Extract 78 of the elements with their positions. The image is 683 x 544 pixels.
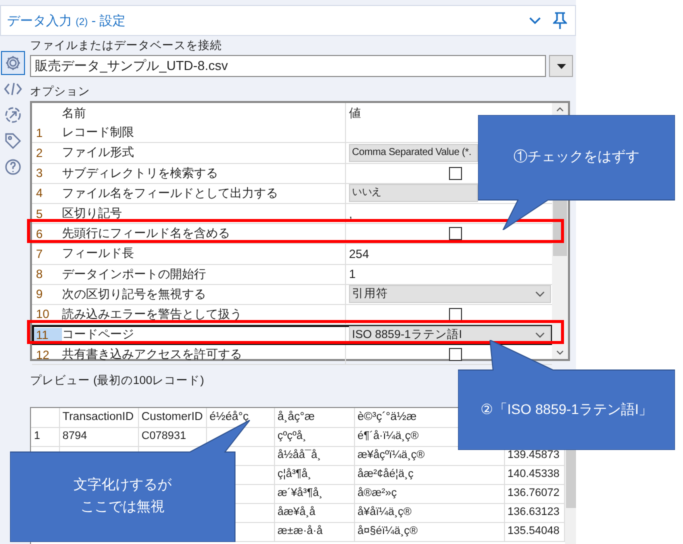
column-header: é½éå°ç	[210, 410, 249, 423]
row-number: 3	[35, 166, 44, 180]
callout-text: ここでは無視	[80, 497, 164, 516]
row-number: 12	[35, 348, 50, 362]
row-number: 5	[35, 206, 44, 221]
column-header: 名前	[62, 103, 346, 124]
options-label: オプション	[30, 85, 91, 100]
row-number: 1	[35, 126, 44, 140]
panel-title: データ入力 (2) - 設定	[7, 12, 126, 30]
row-number: 11	[32, 328, 62, 342]
table-cell: æ´¥å³¶å¸	[278, 487, 323, 499]
select-field[interactable]: Comma Separated Value (*.	[349, 144, 478, 162]
dropdown-button[interactable]	[549, 55, 573, 77]
table-cell: 140.45338	[508, 468, 560, 480]
table-cell: 135.54048	[508, 525, 560, 537]
table-cell: æ±æ·å·å	[278, 525, 323, 537]
option-value: 254	[349, 246, 370, 261]
row-number: 9	[35, 287, 44, 302]
checkbox[interactable]	[449, 348, 462, 362]
table-cell: çºçºå¸	[278, 430, 306, 442]
table-cell: é¶´å·ï¼ä¸ç®	[358, 430, 419, 442]
option-value: 1	[349, 267, 356, 282]
table-cell: åæ¥å¸å	[278, 506, 316, 518]
settings-icon[interactable]	[2, 52, 24, 74]
row-number: 8	[35, 267, 44, 282]
column-header: è©³ç´°ä½æ	[358, 410, 417, 423]
chevron-down-icon	[535, 332, 545, 338]
row-number: 7	[35, 246, 44, 261]
select-field[interactable]: いいえ	[349, 184, 478, 202]
callout-text: ①チェックをはずす	[514, 147, 640, 166]
preview-label: プレビュー (最初の100レコード)	[30, 374, 206, 389]
table-cell: æ¥åçºï¼ä¸ç®	[358, 449, 425, 461]
checkbox[interactable]	[449, 227, 462, 240]
option-name: 読み込みエラーを警告として扱う	[62, 304, 346, 324]
option-name: コードページ	[62, 325, 346, 344]
table-cell: å®æ²»ç	[358, 487, 397, 499]
callout-text: 文字化けするが	[74, 475, 172, 494]
chevron-down-icon[interactable]	[529, 16, 541, 24]
table-cell: å¤§éï¼ä¸ç®	[358, 525, 418, 537]
option-name: 区切り記号	[62, 204, 346, 224]
table-cell: 8794	[62, 430, 87, 442]
option-name: レコード制限	[62, 123, 346, 142]
row-number: 10	[35, 307, 50, 322]
table-cell: ç¦å³¶å¸	[278, 468, 312, 480]
row-number: 6	[35, 226, 44, 241]
table-cell: C078931	[142, 430, 186, 442]
option-name: 共有書き込みアクセスを許可する	[62, 345, 346, 364]
row-number: 4	[35, 186, 44, 200]
column-header: 値	[348, 104, 362, 122]
option-name: 次の区切り記号を無視する	[62, 284, 346, 304]
file-path-field[interactable]: 販売データ_サンプル_UTD-8.csv	[30, 55, 546, 77]
option-name: フィールド長	[62, 244, 346, 264]
table-cell: åæ²¢åé¦ä¸ç	[358, 468, 414, 480]
table-cell: å½åå¯å¸	[278, 449, 321, 461]
table-cell: 139.45873	[508, 449, 560, 461]
table-cell: 1	[34, 430, 40, 442]
scroll-down-icon[interactable]	[556, 350, 564, 355]
column-header: TransactionID	[62, 410, 134, 423]
option-name: ファイル形式	[62, 143, 346, 163]
callout-text: ②「ISO 8859-1ラテン語I」	[480, 400, 653, 419]
option-name: ファイル名をフィールドとして出力する	[62, 184, 346, 203]
checkbox[interactable]	[449, 166, 462, 180]
option-name: データインポートの開始行	[62, 264, 346, 284]
pin-icon[interactable]	[553, 12, 567, 30]
connect-label: ファイルまたはデータベースを接続	[30, 39, 223, 54]
option-name: 先頭行にフィールド名を含める	[62, 224, 346, 244]
chevron-down-icon	[535, 291, 545, 298]
caret-icon	[556, 64, 566, 68]
table-cell: å¥åï¼ä¸ç®	[358, 506, 412, 518]
table-cell: 136.63123	[508, 506, 560, 518]
column-header: CustomerID	[142, 410, 203, 423]
column-header: å¸åç°æ	[278, 410, 315, 423]
scroll-up-icon[interactable]	[556, 107, 564, 112]
checkbox[interactable]	[449, 308, 462, 321]
dropdown-field[interactable]: 引用符	[349, 285, 551, 304]
row-number: 2	[35, 146, 44, 160]
option-name: サブディレクトリを検索する	[62, 164, 346, 183]
table-cell: 136.76072	[508, 487, 560, 499]
